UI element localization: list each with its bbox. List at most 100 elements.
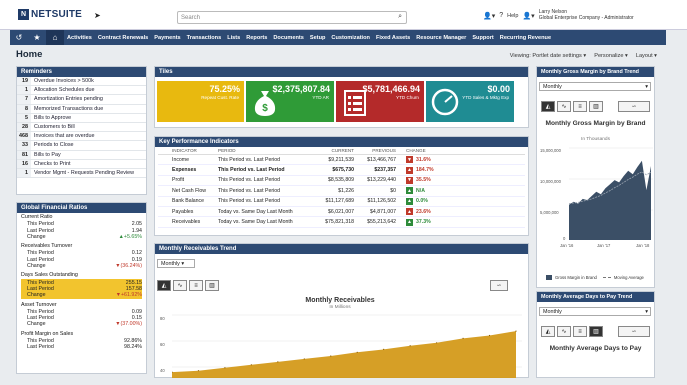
data-point[interactable] (488, 334, 491, 337)
kpi-row[interactable]: Income This Period vs. Last Period $9,211,… (158, 155, 525, 166)
kpi-indicator[interactable]: Profit (158, 177, 218, 183)
kpi-row[interactable]: Profit This Period vs. Last Period $8,535,… (158, 176, 525, 187)
col-period[interactable]: PERIOD (218, 148, 310, 153)
reminder-label[interactable]: Overdue Invoices > 500k (31, 78, 94, 84)
reminder-label[interactable]: Memorized Transactions due (31, 106, 103, 112)
kpi-indicator[interactable]: Expenses (158, 167, 218, 173)
nav-recurring-revenue[interactable]: Recurring Revenue (497, 35, 554, 41)
receivables-trend-header[interactable]: Monthly Receivables Trend (155, 244, 528, 254)
data-point[interactable] (356, 351, 358, 353)
user-menu[interactable]: Larry Nelson Global Enterprise Company -… (539, 9, 634, 21)
tile-repeat-customer-rate[interactable]: 75.25% Repeat Cust. Rate (157, 81, 244, 122)
financial-ratios-header[interactable]: Global Financial Ratios (17, 203, 146, 213)
reminder-label[interactable]: Bills to Pay (31, 152, 61, 158)
data-point[interactable] (330, 355, 332, 357)
bar-chart-horizontal-icon[interactable]: ≡ (573, 326, 587, 337)
nav-lists[interactable]: Lists (224, 35, 243, 41)
legend-item[interactable]: Moving Average (614, 275, 644, 280)
tile-ytd-ar[interactable]: $ $2,375,807.84 YTD AR (246, 81, 334, 122)
home-icon[interactable]: ⌂ (46, 30, 64, 45)
col-previous[interactable]: PREVIOUS (354, 148, 396, 153)
data-point[interactable] (515, 330, 517, 332)
nav-payments[interactable]: Payments (151, 35, 183, 41)
reminder-label[interactable]: Customers to Bill (31, 124, 75, 130)
days-to-pay-period-select[interactable]: Monthly ▾ (539, 307, 651, 316)
reminder-label[interactable]: Periods to Close (31, 142, 74, 148)
reminder-label[interactable]: Vendor Mgmt - Requests Pending Review (31, 170, 134, 176)
line-chart-icon[interactable]: ∿ (173, 280, 187, 291)
data-point[interactable] (462, 337, 464, 339)
bar-chart-horizontal-icon[interactable]: ≡ (573, 101, 587, 112)
reminder-label[interactable]: Allocation Schedules due (31, 87, 95, 93)
data-point[interactable] (197, 370, 200, 372)
reminder-item[interactable]: 19 Overdue Invoices > 500k (17, 77, 146, 87)
gross-margin-header[interactable]: Monthly Gross Margin by Brand Trend (537, 67, 654, 77)
portlet-date-settings-link[interactable]: Viewing: Portlet date settings ▾ (510, 53, 586, 59)
data-point[interactable] (436, 342, 438, 344)
kpi-row[interactable]: Net Cash Flow This Period vs. Last Period… (158, 186, 525, 197)
help-icon[interactable]: ? (499, 12, 503, 19)
reminder-item[interactable]: 81 Bills to Pay (17, 150, 146, 160)
kpi-row[interactable]: Receivables Today vs. Same Day Last Month… (158, 217, 525, 228)
trend-line-icon[interactable]: ∽ (618, 101, 650, 112)
reminder-item[interactable]: 16 Checks to Print (17, 159, 146, 169)
area-chart-icon[interactable]: ◭ (541, 101, 555, 112)
kpi-indicator[interactable]: Receivables (158, 219, 218, 225)
nav-setup[interactable]: Setup (307, 35, 329, 41)
bar-chart-icon[interactable]: ▥ (205, 280, 219, 291)
personalize-button[interactable]: Personalize ▾ (594, 53, 628, 59)
nav-activities[interactable]: Activities (64, 35, 95, 41)
receivables-period-select[interactable]: Monthly ▾ (157, 259, 195, 268)
nav-reports[interactable]: Reports (243, 35, 270, 41)
reminder-label[interactable]: Bills to Approve (31, 115, 71, 121)
people-icon[interactable]: 👤▾ (483, 12, 495, 20)
recent-records-icon[interactable]: ↺ (10, 30, 28, 45)
reminder-label[interactable]: Checks to Print (31, 161, 71, 167)
reminder-item[interactable]: 468 Invoices that are overdue (17, 132, 146, 142)
col-current[interactable]: CURRENT (310, 148, 354, 153)
help-link[interactable]: Help (507, 13, 518, 19)
kpi-indicator[interactable]: Income (158, 157, 218, 163)
nav-fixed-assets[interactable]: Fixed Assets (373, 35, 413, 41)
nav-documents[interactable]: Documents (270, 35, 306, 41)
kpi-header[interactable]: Key Performance Indicators (155, 137, 528, 147)
kpi-row[interactable]: Expenses This Period vs. Last Period $675,… (158, 165, 525, 176)
bar-chart-horizontal-icon[interactable]: ≡ (189, 280, 203, 291)
tile-ytd-churn[interactable]: $5,781,466.94 YTD Churn (336, 81, 424, 122)
bar-chart-icon[interactable]: ▥ (589, 101, 603, 112)
user-avatar-icon[interactable]: 👤▾ (522, 12, 534, 20)
kpi-indicator[interactable]: Bank Balance (158, 198, 218, 204)
tile-ytd-sales-marketing[interactable]: $0.00 YTD Sales & Mktg Exp (426, 81, 514, 122)
reminder-item[interactable]: 8 Memorized Transactions due (17, 104, 146, 114)
bar-chart-icon[interactable]: ▥ (589, 326, 603, 337)
nav-transactions[interactable]: Transactions (184, 35, 225, 41)
area-chart-icon[interactable]: ◭ (157, 280, 171, 291)
kpi-row[interactable]: Payables Today vs. Same Day Last Month $6,… (158, 207, 525, 218)
reminder-item[interactable]: 7 Amortization Entries pending (17, 95, 146, 105)
data-point[interactable] (303, 358, 305, 360)
reminder-label[interactable]: Amortization Entries pending (31, 96, 103, 102)
kpi-indicator[interactable]: Net Cash Flow (158, 188, 218, 194)
area-chart-icon[interactable]: ◭ (541, 326, 555, 337)
trend-line-icon[interactable]: ∽ (490, 280, 508, 291)
nav-resource-manager[interactable]: Resource Manager (413, 35, 469, 41)
reminder-item[interactable]: 5 Bills to Approve (17, 113, 146, 123)
reminder-item[interactable]: 28 Customers to Bill (17, 122, 146, 133)
gross-margin-period-select[interactable]: Monthly ▾ (539, 82, 651, 91)
line-chart-icon[interactable]: ∿ (557, 101, 571, 112)
nav-customization[interactable]: Customization (328, 35, 373, 41)
layout-button[interactable]: Layout ▾ (636, 53, 657, 59)
data-point[interactable] (224, 367, 226, 369)
legend-item[interactable]: Gross Margin in Brand (555, 275, 597, 280)
reminder-item[interactable]: 1 Allocation Schedules due (17, 86, 146, 96)
kpi-indicator[interactable]: Payables (158, 209, 218, 215)
nav-contract-renewals[interactable]: Contract Renewals (95, 35, 151, 41)
reminder-label[interactable]: Invoices that are overdue (31, 133, 95, 139)
netsuite-logo[interactable]: N NETSUITE (18, 9, 82, 20)
trend-line-icon[interactable]: ∽ (618, 326, 650, 337)
col-change[interactable]: CHANGE (396, 148, 436, 153)
kpi-row[interactable]: Bank Balance This Period vs. Last Period $… (158, 197, 525, 207)
days-to-pay-header[interactable]: Monthly Average Days to Pay Trend (537, 292, 654, 302)
global-search-input[interactable]: Search ⌕ (177, 11, 407, 24)
data-point[interactable] (277, 361, 279, 363)
